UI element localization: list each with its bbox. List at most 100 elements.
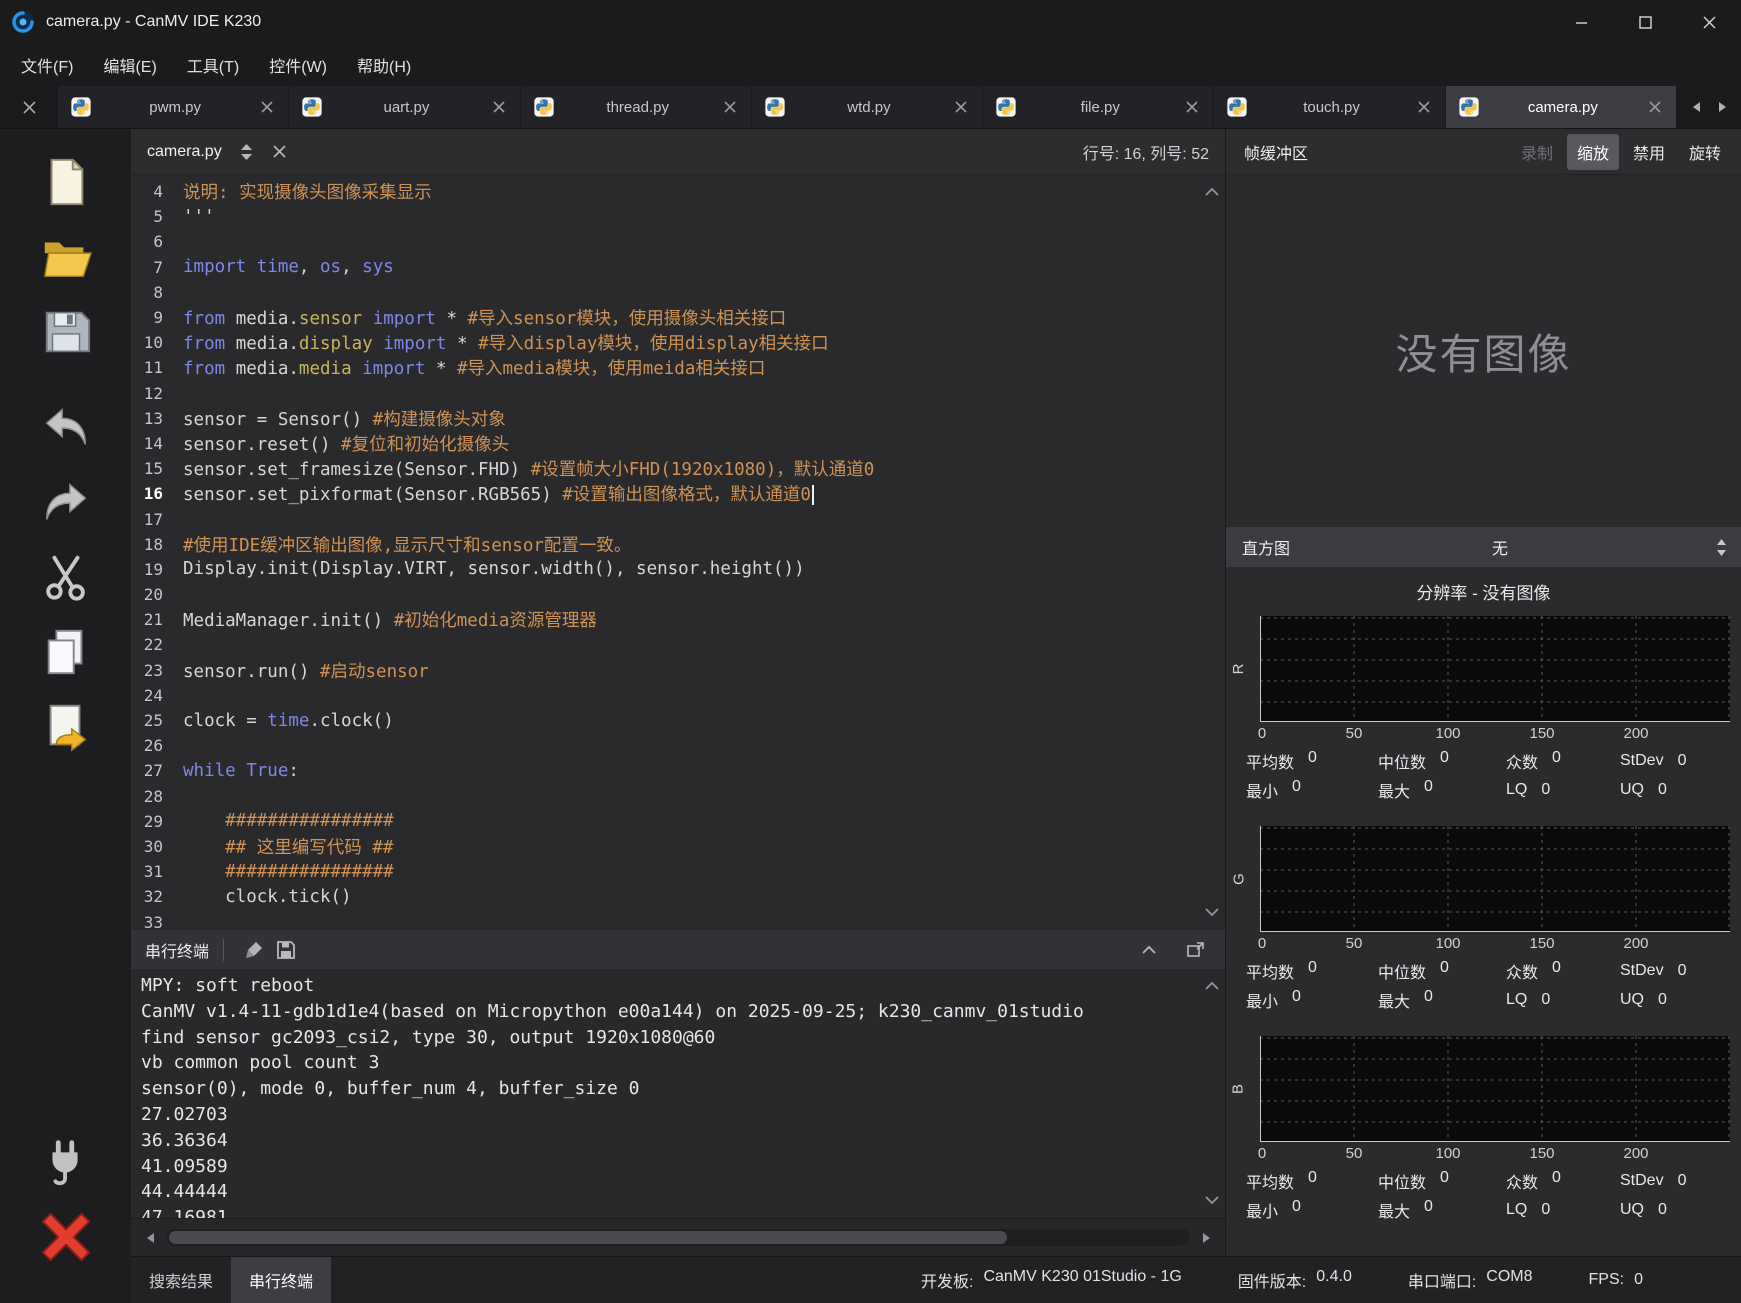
tab-thread-py[interactable]: thread.py bbox=[521, 86, 752, 128]
code-line[interactable]: 10from media.display import * #导入display… bbox=[131, 330, 1225, 355]
save-log-button[interactable] bbox=[270, 935, 302, 965]
code-line[interactable]: 22 bbox=[131, 632, 1225, 657]
code-line[interactable]: 27while True: bbox=[131, 758, 1225, 783]
menu-item[interactable]: 编辑(E) bbox=[88, 44, 171, 86]
close-tab-icon[interactable] bbox=[490, 98, 508, 116]
code-line[interactable]: 6 bbox=[131, 229, 1225, 254]
code-line[interactable]: 11from media.media import * #导入media模块，使… bbox=[131, 355, 1225, 380]
code-line[interactable]: 13sensor = Sensor() #构建摄像头对象 bbox=[131, 406, 1225, 431]
code-line[interactable]: 12 bbox=[131, 381, 1225, 406]
histogram-mode-spinner[interactable] bbox=[1710, 536, 1733, 559]
tab-camera-py[interactable]: camera.py bbox=[1446, 86, 1677, 128]
scroll-left-icon[interactable] bbox=[141, 1228, 159, 1248]
code-line[interactable]: 26 bbox=[131, 733, 1225, 758]
disable-button[interactable]: 禁用 bbox=[1623, 134, 1675, 170]
code-line[interactable]: 24 bbox=[131, 683, 1225, 708]
scroll-up-icon[interactable] bbox=[1205, 977, 1219, 995]
close-tab-icon[interactable] bbox=[258, 98, 276, 116]
menu-item[interactable]: 控件(W) bbox=[254, 44, 342, 86]
tab-uart-py[interactable]: uart.py bbox=[289, 86, 520, 128]
menu-item[interactable]: 工具(T) bbox=[172, 44, 254, 86]
close-tab-icon[interactable] bbox=[1646, 98, 1664, 116]
code-line[interactable]: 29 ################ bbox=[131, 809, 1225, 834]
code-line[interactable]: 14sensor.reset() #复位和初始化摄像头 bbox=[131, 431, 1225, 456]
code-line[interactable]: 8 bbox=[131, 280, 1225, 305]
open-file-button[interactable] bbox=[37, 230, 95, 288]
tabs-scroll-left-button[interactable] bbox=[1686, 94, 1706, 120]
menu-item[interactable]: 文件(F) bbox=[6, 44, 88, 86]
line-number: 33 bbox=[131, 913, 175, 930]
zoom-button[interactable]: 缩放 bbox=[1567, 134, 1619, 170]
code-line[interactable]: 7import time, os, sys bbox=[131, 255, 1225, 280]
close-document-button[interactable] bbox=[271, 143, 288, 160]
close-tab-icon[interactable] bbox=[952, 98, 970, 116]
code-line[interactable]: 33 bbox=[131, 909, 1225, 930]
scrollbar-track[interactable] bbox=[167, 1229, 1189, 1246]
new-file-button[interactable] bbox=[37, 155, 95, 213]
terminal-scrollbar[interactable] bbox=[1203, 977, 1221, 1210]
code-editor[interactable]: 4说明: 实现摄像头图像采集显示5'''67import time, os, s… bbox=[131, 175, 1225, 930]
search-results-tab[interactable]: 搜索结果 bbox=[131, 1257, 231, 1303]
editor-scrollbar[interactable] bbox=[1203, 183, 1221, 922]
code-line[interactable]: 17 bbox=[131, 506, 1225, 531]
code-line[interactable]: 9from media.sensor import * #导入sensor模块，… bbox=[131, 305, 1225, 330]
scroll-right-icon[interactable] bbox=[1197, 1228, 1215, 1248]
undo-button[interactable] bbox=[37, 400, 95, 458]
close-tab-icon[interactable] bbox=[721, 98, 739, 116]
minimize-button[interactable] bbox=[1549, 0, 1613, 44]
code-line[interactable]: 15sensor.set_framesize(Sensor.FHD) #设置帧大… bbox=[131, 456, 1225, 481]
redo-button[interactable] bbox=[37, 475, 95, 533]
close-tab-icon[interactable] bbox=[1415, 98, 1433, 116]
horizontal-scrollbar[interactable] bbox=[131, 1218, 1225, 1256]
tab-file-py[interactable]: file.py bbox=[983, 86, 1214, 128]
code-line[interactable]: 4说明: 实现摄像头图像采集显示 bbox=[131, 179, 1225, 204]
terminal-output[interactable]: MPY: soft rebootCanMV v1.4-11-gdb1d1e4(b… bbox=[131, 969, 1225, 1218]
tab-pwm-py[interactable]: pwm.py bbox=[58, 86, 289, 128]
cut-button[interactable] bbox=[37, 550, 95, 608]
menu-item[interactable]: 帮助(H) bbox=[342, 44, 426, 86]
tab-wtd-py[interactable]: wtd.py bbox=[752, 86, 983, 128]
histogram-mode-select[interactable]: 无 bbox=[1290, 535, 1710, 559]
clear-terminal-button[interactable] bbox=[238, 935, 270, 965]
line-number: 16 bbox=[131, 484, 175, 503]
code-line[interactable]: 5''' bbox=[131, 204, 1225, 229]
stat-value: 0 bbox=[1424, 988, 1433, 1012]
document-switch-button[interactable] bbox=[238, 141, 255, 163]
code-line[interactable]: 28 bbox=[131, 784, 1225, 809]
tabbar-close-button[interactable] bbox=[0, 86, 58, 128]
code-line[interactable]: 16sensor.set_pixformat(Sensor.RGB565) #设… bbox=[131, 481, 1225, 506]
scrollbar-thumb[interactable] bbox=[169, 1231, 1007, 1244]
stop-button[interactable] bbox=[37, 1210, 95, 1268]
scroll-down-icon[interactable] bbox=[1205, 904, 1219, 922]
collapse-terminal-button[interactable] bbox=[1133, 935, 1165, 965]
serial-terminal-tab[interactable]: 串行终端 bbox=[231, 1257, 331, 1303]
rotate-button[interactable]: 旋转 bbox=[1679, 134, 1731, 170]
tabs-scroll-right-button[interactable] bbox=[1712, 94, 1732, 120]
code-line[interactable]: 30 ## 这里编写代码 ## bbox=[131, 834, 1225, 859]
record-button[interactable]: 录制 bbox=[1511, 134, 1563, 170]
code-line[interactable]: 18#使用IDE缓冲区输出图像,显示尺寸和sensor配置一致。 bbox=[131, 532, 1225, 557]
paste-button[interactable] bbox=[37, 700, 95, 758]
code-line[interactable]: 19Display.init(Display.VIRT, sensor.widt… bbox=[131, 557, 1225, 582]
stat-label: 最小 bbox=[1246, 988, 1278, 1012]
code-line[interactable]: 21MediaManager.init() #初始化media资源管理器 bbox=[131, 607, 1225, 632]
histogram-title: 直方图 bbox=[1242, 535, 1290, 559]
code-line[interactable]: 32 clock.tick() bbox=[131, 884, 1225, 909]
tab-touch-py[interactable]: touch.py bbox=[1214, 86, 1445, 128]
code-line[interactable]: 25clock = time.clock() bbox=[131, 708, 1225, 733]
copy-button[interactable] bbox=[37, 625, 95, 683]
stat-label: 最小 bbox=[1246, 778, 1278, 802]
code-line[interactable]: 20 bbox=[131, 582, 1225, 607]
close-tab-icon[interactable] bbox=[1183, 98, 1201, 116]
save-file-button[interactable] bbox=[37, 305, 95, 363]
close-window-button[interactable] bbox=[1677, 0, 1741, 44]
line-number: 30 bbox=[131, 837, 175, 856]
code-line[interactable]: 23sensor.run() #启动sensor bbox=[131, 658, 1225, 683]
code-line[interactable]: 31 ################ bbox=[131, 859, 1225, 884]
maximize-button[interactable] bbox=[1613, 0, 1677, 44]
scroll-up-icon[interactable] bbox=[1205, 183, 1219, 201]
scroll-down-icon[interactable] bbox=[1205, 1192, 1219, 1210]
connect-button[interactable] bbox=[37, 1135, 95, 1193]
tab-label: pwm.py bbox=[98, 99, 252, 116]
popout-terminal-button[interactable] bbox=[1179, 935, 1211, 965]
